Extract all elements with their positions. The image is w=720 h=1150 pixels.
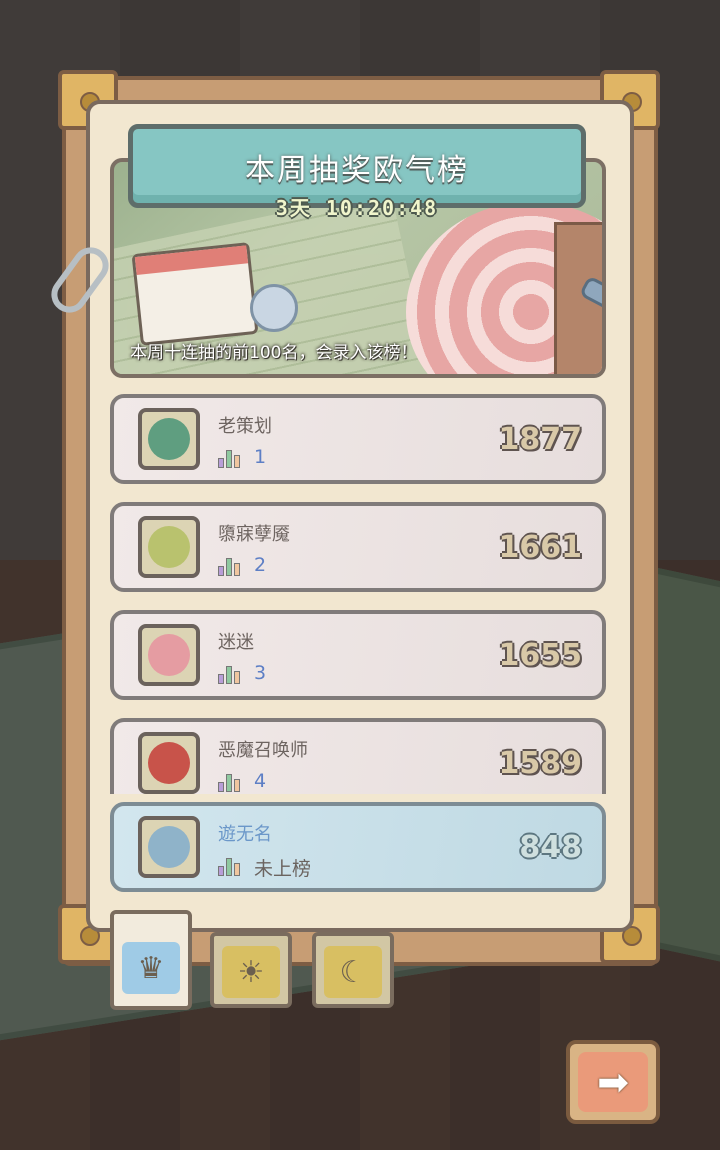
arrow-right-icon: ➡ xyxy=(578,1052,648,1112)
avatar xyxy=(138,816,200,878)
tab-sun[interactable]: ☀ xyxy=(210,932,292,1008)
avatar xyxy=(138,732,200,794)
rank-bars-icon xyxy=(218,448,242,468)
tab-crown[interactable]: ♛ xyxy=(110,910,192,1010)
leaderboard-row[interactable]: 老策划 1 1877 xyxy=(110,394,606,484)
avatar xyxy=(138,408,200,470)
next-button[interactable]: ➡ xyxy=(566,1040,660,1124)
player-score: 1877 xyxy=(498,422,583,457)
rank-bars-icon xyxy=(218,856,242,876)
red-demon-icon xyxy=(148,742,190,784)
player-rank: 1 xyxy=(254,446,267,468)
player-name: 遊无名 xyxy=(218,824,272,845)
page-title: 本周抽奖欧气榜 xyxy=(245,153,469,188)
tab-moon[interactable]: ☾ xyxy=(312,932,394,1008)
avatar xyxy=(138,516,200,578)
rank-bars-icon xyxy=(218,772,242,792)
green-monster-icon xyxy=(148,418,190,460)
sun-face-icon: ☀ xyxy=(222,946,280,998)
player-score: 848 xyxy=(519,830,582,865)
leaderboard-row[interactable]: 隳寐孽魇 2 1661 xyxy=(110,502,606,592)
countdown-timer: 3天 10:20:48 xyxy=(275,196,439,220)
player-score: 1655 xyxy=(498,638,583,673)
avatar xyxy=(138,624,200,686)
pink-snail-icon xyxy=(148,634,190,676)
ball-icon xyxy=(250,284,298,332)
rank-bars-icon xyxy=(218,664,242,684)
player-rank: 2 xyxy=(254,554,267,576)
leaderboard-row[interactable]: 恶魔召唤师 4 1589 xyxy=(110,718,606,794)
player-rank: 未上榜 xyxy=(254,858,312,880)
player-name: 隳寐孽魇 xyxy=(218,524,290,545)
moon-face-icon: ☾ xyxy=(324,946,382,998)
grumpy-blue-face-icon xyxy=(148,826,190,868)
leaderboard-row[interactable]: 迷迷 3 1655 xyxy=(110,610,606,700)
tongue-face-icon xyxy=(148,526,190,568)
player-rank: 3 xyxy=(254,662,267,684)
rank-bars-icon xyxy=(218,556,242,576)
player-score: 1589 xyxy=(498,746,583,781)
my-rank-row[interactable]: 遊无名 未上榜 848 xyxy=(110,802,606,892)
player-name: 迷迷 xyxy=(218,632,254,653)
banner-caption: 本周十连抽的前100名，会录入该榜！ xyxy=(130,343,418,363)
player-name: 老策划 xyxy=(218,416,272,437)
player-score: 1661 xyxy=(498,530,583,565)
player-rank: 4 xyxy=(254,770,267,792)
calendar-icon xyxy=(131,242,259,346)
player-name: 恶魔召唤师 xyxy=(218,740,308,761)
crown-icon: ♛ xyxy=(122,942,180,994)
